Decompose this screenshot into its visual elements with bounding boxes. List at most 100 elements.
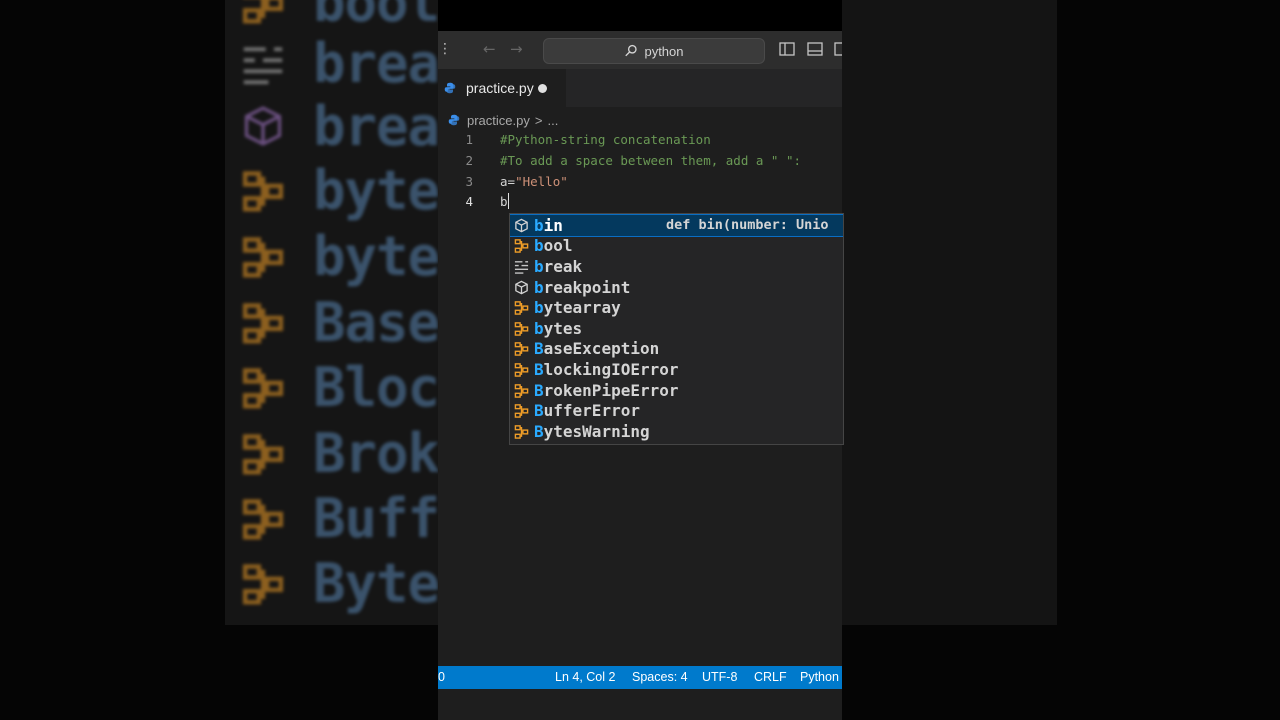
method-cube-icon: [513, 217, 529, 233]
class-icon: [513, 423, 529, 439]
bg-row: Byte: [235, 551, 440, 615]
suggestion-item-bytes[interactable]: bytes: [510, 318, 843, 339]
suggestion-item-breakpoint[interactable]: breakpoint: [510, 277, 843, 298]
keyword-icon: [235, 35, 291, 91]
class-icon: [513, 361, 529, 377]
code-string: "Hello": [515, 174, 568, 189]
class-icon: [235, 425, 291, 481]
suggestion-label-rest: ytearray: [543, 298, 621, 318]
suggestion-label: BufferError: [534, 401, 640, 420]
suggestion-detail: def bin(number: Unio: [666, 217, 829, 233]
bg-row: Buff: [235, 487, 440, 550]
suggestion-item-baseexception[interactable]: BaseException: [510, 339, 843, 360]
code-line: 2 #To add a space between them, add a " …: [438, 151, 842, 171]
suggestion-label: BaseException: [534, 339, 659, 358]
class-icon: [235, 228, 291, 284]
status-problems[interactable]: 0: [438, 670, 445, 684]
toggle-primary-sidebar-icon[interactable]: [779, 41, 795, 57]
top-letterbox: [438, 0, 842, 31]
bg-row-text: bool: [313, 0, 440, 34]
suggestion-match-highlight: b: [534, 236, 544, 256]
text-cursor: [507, 193, 510, 209]
suggestion-item-blockingioerror[interactable]: BlockingIOError: [510, 359, 843, 380]
suggestion-label: bytearray: [534, 298, 621, 317]
command-center-search[interactable]: python: [543, 38, 765, 64]
status-language[interactable]: Python: [800, 670, 839, 684]
class-icon: [513, 341, 529, 357]
class-icon: [513, 403, 529, 419]
class-icon: [235, 0, 291, 30]
suggestion-item-break[interactable]: break: [510, 256, 843, 277]
suggestion-label-rest: ufferError: [543, 401, 640, 421]
menu-icon[interactable]: ⋮: [438, 41, 452, 57]
back-arrow-icon[interactable]: ←: [483, 40, 496, 58]
bg-row: byte: [235, 158, 440, 222]
line-number: 3: [465, 174, 473, 189]
bg-row-text: byte: [313, 224, 440, 288]
class-icon: [513, 300, 529, 316]
status-cursor-position[interactable]: Ln 4, Col 2: [555, 670, 615, 684]
blurred-background-left: bool brea brea byte byte Base Bloc Brok …: [225, 0, 440, 625]
blurred-background-right: [842, 0, 1057, 625]
suggestion-item-bytearray[interactable]: bytearray: [510, 297, 843, 318]
class-icon: [235, 359, 291, 415]
bg-row: byte: [235, 224, 440, 288]
toggle-secondary-sidebar-icon[interactable]: [834, 41, 842, 57]
suggestion-label: BlockingIOError: [534, 360, 679, 379]
bg-row: brea: [235, 32, 440, 95]
suggestion-label-rest: in: [543, 215, 563, 235]
suggestion-match-highlight: B: [534, 380, 544, 400]
suggestion-label: bool: [534, 236, 573, 255]
status-encoding[interactable]: UTF-8: [702, 670, 737, 684]
status-bar: 0 Ln 4, Col 2 Spaces: 4 UTF-8 CRLF Pytho…: [438, 666, 842, 689]
suggestion-label: BytesWarning: [534, 422, 650, 441]
breadcrumb-file[interactable]: practice.py: [467, 113, 530, 128]
suggestion-match-highlight: B: [534, 359, 544, 379]
suggestion-label: bin: [534, 216, 563, 235]
suggestion-match-highlight: b: [534, 298, 544, 318]
search-icon: [625, 44, 638, 57]
autocomplete-suggestions: bin def bin(number: Unio bool break breakpoi…: [509, 213, 844, 445]
bg-row: Brok: [235, 421, 440, 485]
bg-row: Bloc: [235, 356, 440, 419]
line-text: b: [500, 192, 510, 212]
class-icon: [235, 555, 291, 611]
class-icon: [513, 238, 529, 254]
suggestion-label-rest: ool: [543, 236, 573, 256]
suggestion-item-bin[interactable]: bin def bin(number: Unio: [510, 214, 843, 237]
unsaved-dot-icon[interactable]: [538, 84, 547, 93]
suggestion-label-rest: reakpoint: [543, 277, 631, 297]
suggestion-item-brokenpipeerror[interactable]: BrokenPipeError: [510, 380, 843, 401]
class-icon: [235, 294, 291, 350]
breadcrumb-more[interactable]: ...: [547, 113, 558, 128]
suggestion-item-buffererror[interactable]: BufferError: [510, 400, 843, 421]
breadcrumb: practice.py > ...: [448, 110, 558, 130]
suggestion-item-byteswarning[interactable]: BytesWarning: [510, 421, 843, 442]
toggle-panel-icon[interactable]: [807, 41, 823, 57]
tab-label: practice.py: [466, 80, 534, 96]
status-eol[interactable]: CRLF: [754, 670, 787, 684]
suggestion-match-highlight: b: [534, 318, 544, 338]
bg-row-text: byte: [313, 158, 440, 222]
suggestion-label: bytes: [534, 319, 582, 338]
class-icon: [235, 162, 291, 218]
suggestion-match-highlight: B: [534, 401, 544, 421]
bg-row-text: Brok: [313, 421, 440, 485]
bg-row-text: Base: [313, 290, 440, 354]
forward-arrow-icon[interactable]: →: [510, 40, 523, 58]
suggestion-label-rest: lockingIOError: [543, 359, 679, 379]
line-number: 4: [465, 194, 473, 209]
suggestion-item-bool[interactable]: bool: [510, 236, 843, 257]
bg-row: Base: [235, 290, 440, 354]
suggestion-label-rest: rokenPipeError: [543, 380, 679, 400]
title-bar: ⋮ ← → python: [438, 31, 842, 69]
line-number: 2: [465, 153, 473, 168]
code-variable: a=: [500, 174, 516, 189]
tab-practice-py[interactable]: practice.py: [438, 69, 566, 107]
code-line: 4 b: [438, 192, 842, 212]
python-file-icon: [444, 82, 456, 94]
bg-row-text: Byte: [313, 551, 440, 615]
suggestion-label: BrokenPipeError: [534, 381, 679, 400]
status-indentation[interactable]: Spaces: 4: [632, 670, 688, 684]
method-cube-icon: [235, 98, 291, 154]
